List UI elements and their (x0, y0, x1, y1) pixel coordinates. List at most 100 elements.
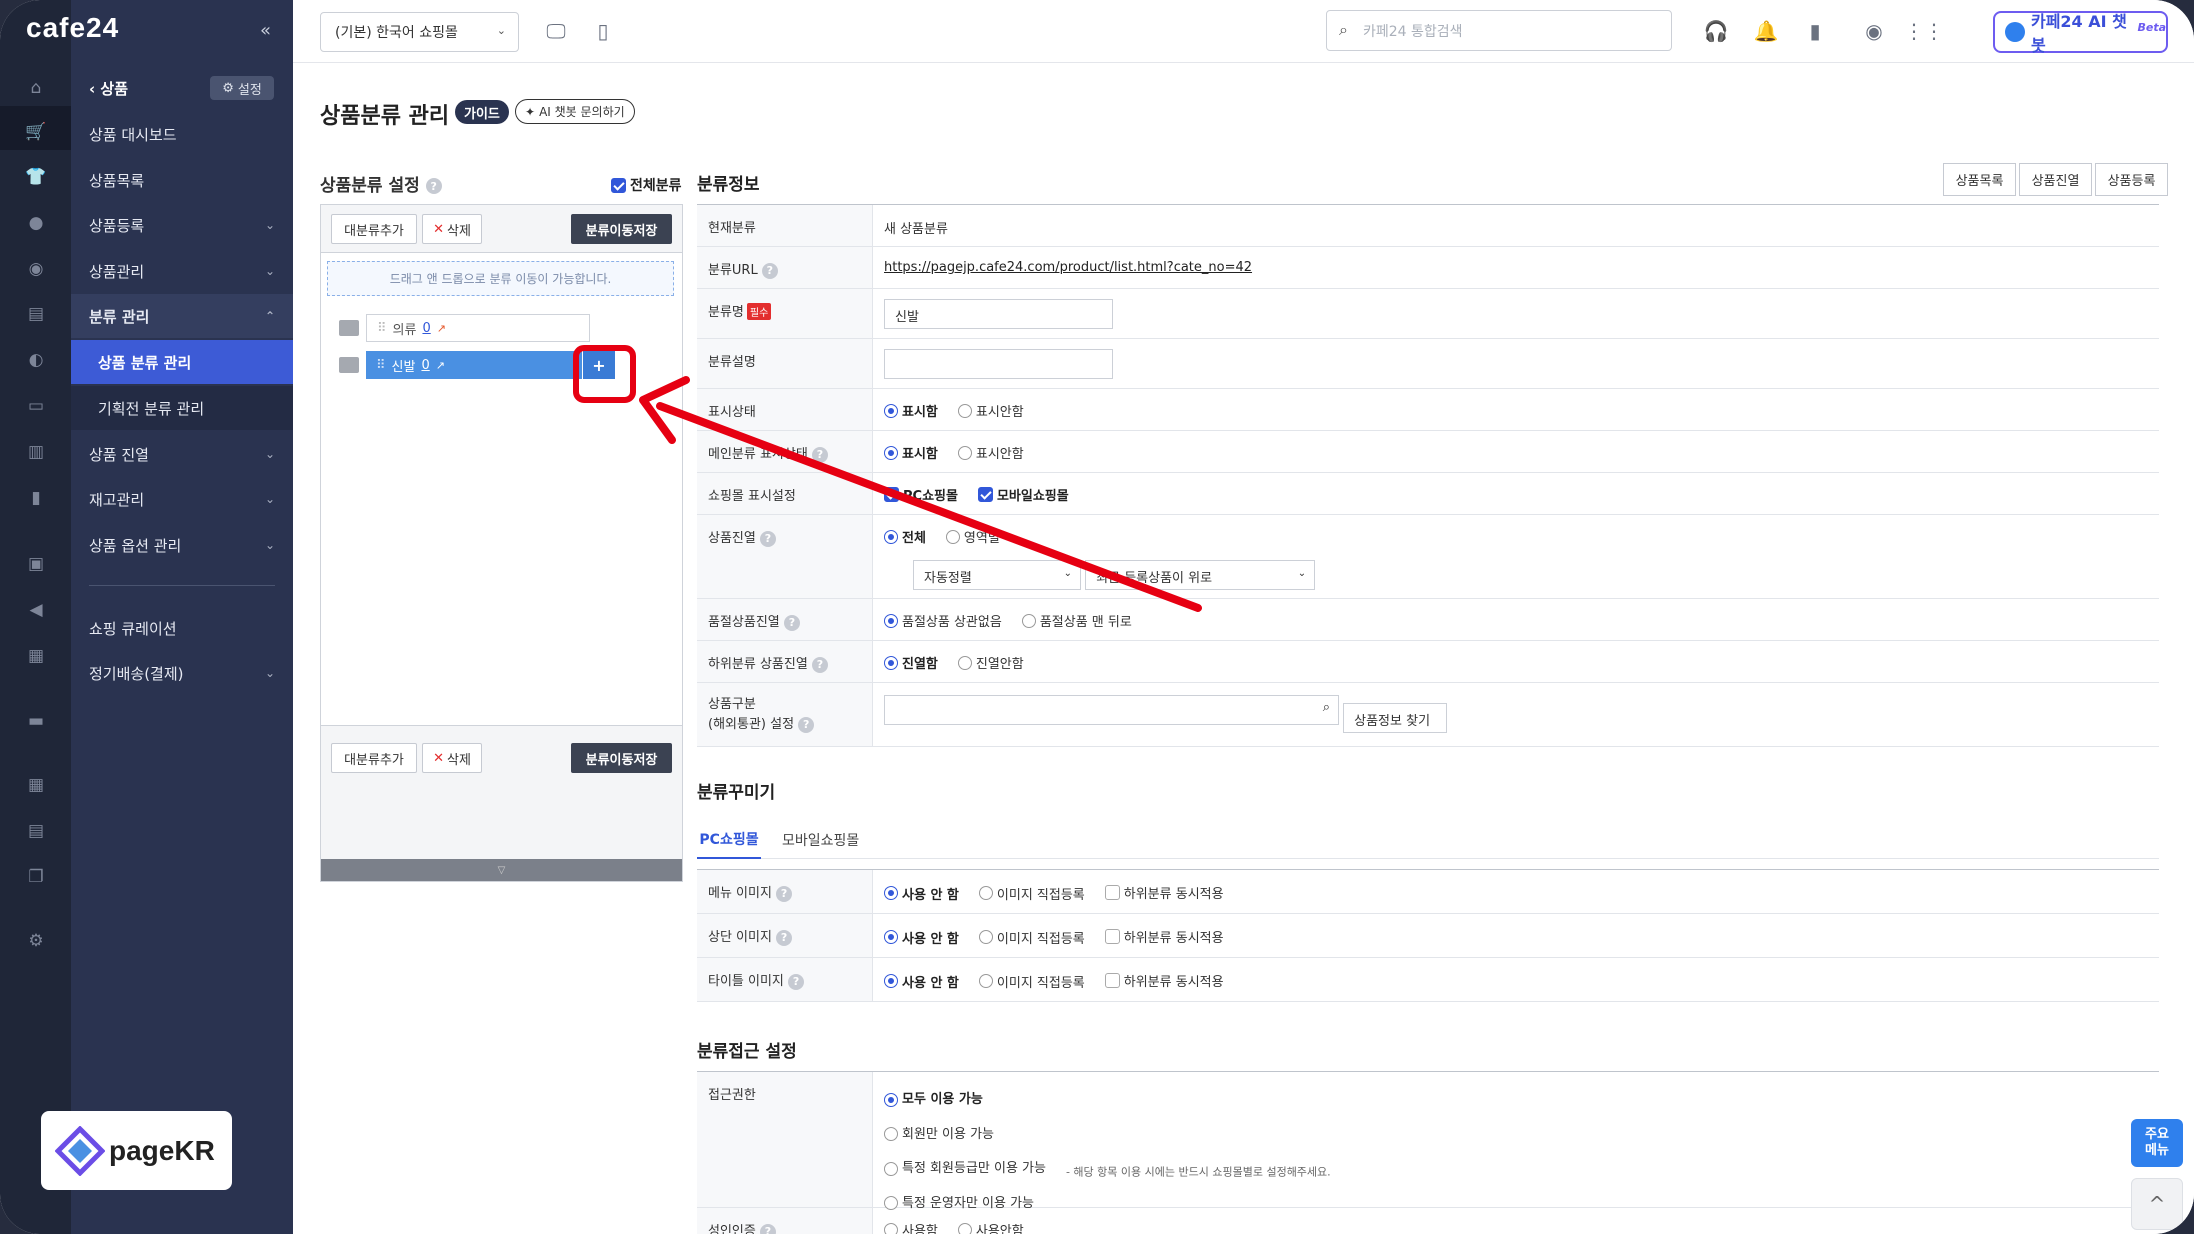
add-subcategory-button[interactable]: + (583, 351, 615, 379)
access-grade-radio[interactable]: 특정 회원등급만 이용 가능 (884, 1153, 1046, 1184)
product-list-button[interactable]: 상품목록 (1943, 163, 2016, 196)
headset-icon[interactable]: 🎧 (1703, 18, 1729, 44)
help-icon[interactable]: ? (776, 929, 793, 946)
scroll-to-top-button[interactable]: ^ (2131, 1178, 2183, 1230)
top-image-sub-checkbox[interactable]: 하위분류 동시적용 (1104, 927, 1224, 946)
folder-icon[interactable] (339, 357, 359, 373)
tab-mobile-shop[interactable]: 모바일쇼핑몰 (782, 821, 859, 859)
apps-icon[interactable]: ▦ (25, 774, 47, 796)
book-icon[interactable]: ▮ (25, 487, 47, 509)
find-product-info-button[interactable]: 상품정보 찾기 (1343, 703, 1448, 733)
coupon-icon[interactable]: ▭ (25, 395, 47, 417)
search-input[interactable]: ⌕ 카페24 통합검색 (1326, 10, 1672, 51)
sidebar-item-inventory[interactable]: 재고관리 ⌄ (71, 477, 293, 521)
home-icon[interactable]: ⌂ (25, 77, 47, 99)
help-icon[interactable]: ? (788, 973, 805, 990)
sub-display-on-radio[interactable]: 진열함 (884, 653, 938, 672)
delete-category-button[interactable]: ✕ 삭제 (422, 214, 482, 244)
category-desc-input[interactable] (884, 349, 1113, 379)
add-top-category-button-bottom[interactable]: 대분류추가 (331, 743, 417, 773)
sidebar-item-product-category[interactable]: 상품 분류 관리 (71, 340, 293, 384)
product-display-button[interactable]: 상품진열 (2019, 163, 2092, 196)
mall-select[interactable]: (기본) 한국어 쇼핑몰 ⌄ (320, 12, 519, 52)
settings-icon[interactable]: ⚙ (25, 930, 47, 952)
drag-handle-icon[interactable]: ⠿ (377, 321, 387, 336)
title-image-direct-radio[interactable]: 이미지 직접등록 (978, 972, 1085, 991)
delete-category-button-bottom[interactable]: ✕ 삭제 (422, 743, 482, 773)
help-icon[interactable]: ? (759, 530, 776, 547)
sidebar-item-product-list[interactable]: 상품목록 (71, 158, 293, 202)
app-logo[interactable]: cafe24 (26, 12, 119, 44)
sidebar-item-subscription[interactable]: 정기배송(결제) ⌄ (71, 651, 293, 695)
product-register-button[interactable]: 상품등록 (2095, 163, 2168, 196)
save-category-move-button-bottom[interactable]: 분류이동저장 (571, 743, 672, 773)
help-icon[interactable]: ? (783, 614, 800, 631)
guide-button[interactable]: 가이드 (455, 100, 509, 124)
external-link-icon[interactable]: ↗ (436, 359, 445, 372)
bell-icon[interactable]: 🔔 (1753, 18, 1779, 44)
mobile-shop-checkbox[interactable]: 모바일쇼핑몰 (977, 485, 1069, 504)
store-icon[interactable]: ▣ (25, 553, 47, 575)
adult-off-radio[interactable]: 사용안함 (957, 1220, 1024, 1234)
save-category-move-button[interactable]: 분류이동저장 (571, 214, 672, 244)
add-top-category-button[interactable]: 대분류추가 (331, 214, 417, 244)
help-icon[interactable]: ? (798, 716, 815, 733)
all-category-checkbox[interactable]: 전체분류 (611, 175, 682, 195)
chat-icon[interactable]: ◉ (25, 258, 47, 280)
tab-pc-shop[interactable]: PC쇼핑몰 (697, 821, 761, 859)
title-image-sub-checkbox[interactable]: 하위분류 동시적용 (1104, 971, 1224, 990)
soldout-any-radio[interactable]: 품절상품 상관없음 (884, 611, 1002, 630)
display-on-radio[interactable]: 표시함 (884, 401, 938, 420)
soldout-last-radio[interactable]: 품절상품 맨 뒤로 (1021, 611, 1132, 630)
sidebar-item-curation[interactable]: 쇼핑 큐레이션 (71, 606, 293, 650)
top-image-direct-radio[interactable]: 이미지 직접등록 (978, 928, 1085, 947)
product-class-input[interactable]: ⌕ (884, 695, 1339, 725)
menu-image-direct-radio[interactable]: 이미지 직접등록 (978, 884, 1085, 903)
title-image-none-radio[interactable]: 사용 안 함 (884, 972, 959, 991)
mobile-icon[interactable]: ▯ (590, 18, 616, 44)
top-image-none-radio[interactable]: 사용 안 함 (884, 928, 959, 947)
help-icon[interactable]: ? (811, 446, 828, 463)
main-display-on-radio[interactable]: 표시함 (884, 443, 938, 462)
category-node-shoes[interactable]: ⠿ 신발 0 ↗ (366, 351, 582, 379)
shirt-icon[interactable]: 👕 (25, 166, 47, 188)
access-all-radio[interactable]: 모두 이용 가능 (884, 1084, 983, 1115)
category-name-input[interactable]: 신발 (884, 299, 1113, 329)
collapse-sidebar-button[interactable]: « (260, 20, 271, 41)
ai-ask-button[interactable]: ✦ AI 챗봇 문의하기 (515, 99, 635, 124)
main-display-off-radio[interactable]: 표시안함 (957, 443, 1024, 462)
display-all-radio[interactable]: 전체 (884, 527, 926, 546)
ai-chatbot-button[interactable]: 카페24 AI 챗봇 Beta (1993, 11, 2168, 55)
help-icon[interactable]: ? (759, 1223, 776, 1234)
account-icon[interactable]: ◉ (1861, 18, 1887, 44)
bookmark-icon[interactable]: ▮ (1802, 18, 1828, 44)
desktop-icon[interactable]: 🖵 (543, 18, 569, 44)
sort-order-select[interactable]: 최근 등록상품이 위로 ⌄ (1085, 560, 1316, 590)
sidebar-item-options[interactable]: 상품 옵션 관리 ⌄ (71, 523, 293, 567)
display-off-radio[interactable]: 표시안함 (957, 401, 1024, 420)
pc-shop-checkbox[interactable]: PC쇼핑몰 (884, 485, 958, 504)
copy-icon[interactable]: ❐ (25, 866, 47, 888)
help-icon[interactable]: ? (425, 178, 442, 194)
board-icon[interactable]: ▤ (25, 303, 47, 325)
help-icon[interactable]: ? (811, 656, 828, 673)
apps-grid-icon[interactable]: ⋮⋮ (1904, 18, 1944, 44)
sidebar-item-category-manage[interactable]: 분류 관리 ⌃ (71, 294, 293, 338)
help-icon[interactable]: ? (776, 885, 793, 902)
menu-image-none-radio[interactable]: 사용 안 함 (884, 884, 959, 903)
drag-handle-icon[interactable]: ⠿ (376, 358, 386, 373)
cart-icon[interactable]: 🛒 (25, 121, 47, 143)
user-icon[interactable]: ● (25, 212, 47, 234)
sidebar-back-link[interactable]: ‹ 상품 (89, 78, 128, 99)
folder-icon[interactable] (339, 320, 359, 336)
panel-resize-handle[interactable]: ▽ (321, 859, 682, 881)
megaphone-icon[interactable]: ◀ (25, 599, 47, 621)
sub-display-off-radio[interactable]: 진열안함 (957, 653, 1024, 672)
category-url-link[interactable]: https://pagejp.cafe24.com/product/list.h… (884, 260, 1252, 275)
stats-icon[interactable]: ▥ (25, 441, 47, 463)
main-menu-button[interactable]: 주요 메뉴 (2131, 1119, 2183, 1167)
sidebar-item-product-display[interactable]: 상품 진열 ⌄ (71, 432, 293, 476)
display-by-area-radio[interactable]: 영역별 (945, 527, 1000, 546)
sidebar-item-product-manage[interactable]: 상품관리 ⌄ (71, 249, 293, 293)
folder-icon[interactable]: ▤ (25, 820, 47, 842)
